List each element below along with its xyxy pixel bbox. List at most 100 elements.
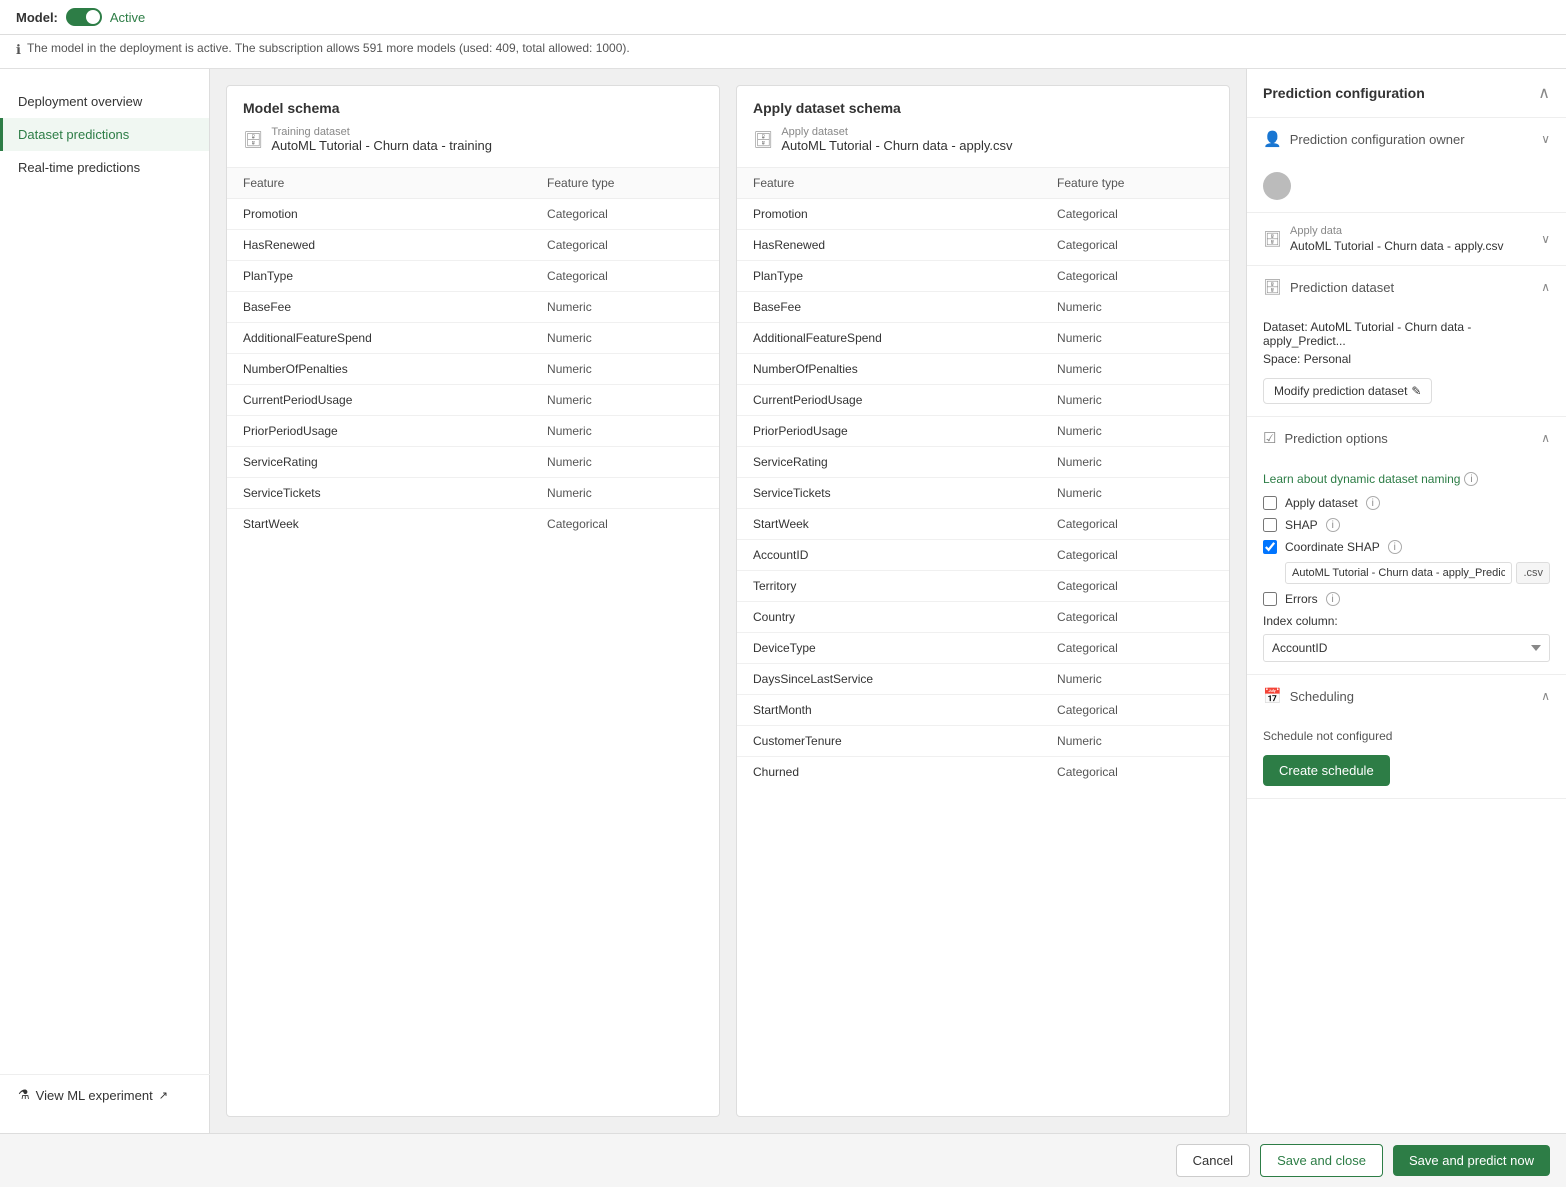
apply-schema-title: Apply dataset schema (753, 100, 1213, 116)
info-icon: ℹ (16, 42, 21, 58)
type-cell: Numeric (1041, 385, 1229, 416)
index-column-label: Index column: (1263, 614, 1550, 628)
sidebar-item-real-time-predictions[interactable]: Real-time predictions (0, 151, 209, 184)
modify-prediction-dataset-button[interactable]: Modify prediction dataset ✎ (1263, 378, 1432, 404)
apply-data-chevron: ∨ (1541, 232, 1550, 246)
type-cell: Numeric (531, 292, 719, 323)
shap-checkbox-row: SHAP i (1263, 518, 1550, 532)
owner-section-header[interactable]: 👤 Prediction configuration owner ∨ (1247, 118, 1566, 160)
table-row: PriorPeriodUsageNumeric (227, 416, 719, 447)
feature-cell: PriorPeriodUsage (227, 416, 531, 447)
type-cell: Numeric (1041, 292, 1229, 323)
type-cell: Numeric (531, 416, 719, 447)
type-cell: Categorical (531, 199, 719, 230)
table-row: AccountIDCategorical (737, 540, 1229, 571)
feature-cell: AdditionalFeatureSpend (737, 323, 1041, 354)
table-row: CustomerTenureNumeric (737, 726, 1229, 757)
apply-data-left: 🗄 Apply data AutoML Tutorial - Churn dat… (1263, 225, 1503, 253)
table-row: AdditionalFeatureSpendNumeric (737, 323, 1229, 354)
type-cell: Categorical (1041, 199, 1229, 230)
coordinate-shap-label: Coordinate SHAP (1285, 540, 1380, 554)
edit-icon: ✎ (1411, 384, 1421, 398)
type-cell: Numeric (1041, 664, 1229, 695)
table-row: AdditionalFeatureSpendNumeric (227, 323, 719, 354)
table-row: HasRenewedCategorical (227, 230, 719, 261)
apply-type-col-header: Feature type (1041, 168, 1229, 199)
feature-cell: Promotion (737, 199, 1041, 230)
apply-schema-panel: Apply dataset schema 🗄 Apply dataset Aut… (736, 85, 1230, 1117)
owner-row (1263, 172, 1550, 200)
table-row: HasRenewedCategorical (737, 230, 1229, 261)
feature-cell: DeviceType (737, 633, 1041, 664)
type-cell: Categorical (1041, 540, 1229, 571)
type-cell: Categorical (1041, 757, 1229, 788)
table-row: DaysSinceLastServiceNumeric (737, 664, 1229, 695)
owner-section-left: 👤 Prediction configuration owner (1263, 130, 1465, 148)
feature-cell: Churned (737, 757, 1041, 788)
scheduling-icon: 📅 (1263, 687, 1282, 705)
create-schedule-button[interactable]: Create schedule (1263, 755, 1390, 786)
save-predict-button[interactable]: Save and predict now (1393, 1145, 1550, 1176)
prediction-options-section: ☑ Prediction options ∧ Learn about dynam… (1247, 417, 1566, 675)
scheduling-content: Schedule not configured Create schedule (1247, 717, 1566, 798)
save-close-button[interactable]: Save and close (1260, 1144, 1383, 1177)
feature-cell: DaysSinceLastService (737, 664, 1041, 695)
type-cell: Numeric (1041, 416, 1229, 447)
table-row: TerritoryCategorical (737, 571, 1229, 602)
schedule-status: Schedule not configured (1263, 729, 1550, 743)
type-cell: Numeric (1041, 478, 1229, 509)
table-row: StartWeekCategorical (737, 509, 1229, 540)
table-row: NumberOfPenaltiesNumeric (227, 354, 719, 385)
apply-data-value: AutoML Tutorial - Churn data - apply.csv (1290, 239, 1503, 253)
scheduling-chevron: ∧ (1541, 689, 1550, 703)
options-icon: ☑ (1263, 429, 1276, 447)
apply-dataset-check-label: Apply dataset (1285, 496, 1358, 510)
feature-cell: StartMonth (737, 695, 1041, 726)
feature-cell: CurrentPeriodUsage (227, 385, 531, 416)
right-panel-header: Prediction configuration ∧ (1247, 69, 1566, 118)
cancel-button[interactable]: Cancel (1176, 1144, 1250, 1177)
shap-filename-input[interactable] (1285, 562, 1512, 584)
type-cell: Numeric (1041, 447, 1229, 478)
collapse-icon[interactable]: ∧ (1538, 83, 1550, 103)
sidebar-item-dataset-predictions[interactable]: Dataset predictions (0, 118, 209, 151)
prediction-options-title: Prediction options (1284, 431, 1387, 446)
content-area: Deployment overview Dataset predictions … (0, 69, 1566, 1133)
owner-section-content (1247, 160, 1566, 212)
prediction-dataset-header[interactable]: 🗄 Prediction dataset ∧ (1247, 266, 1566, 308)
apply-dataset-checkbox-row: Apply dataset i (1263, 496, 1550, 510)
apply-data-section-header[interactable]: 🗄 Apply data AutoML Tutorial - Churn dat… (1247, 213, 1566, 265)
table-row: PlanTypeCategorical (227, 261, 719, 292)
info-bar: ℹ The model in the deployment is active.… (0, 35, 1566, 69)
scheduling-section-header[interactable]: 📅 Scheduling ∧ (1247, 675, 1566, 717)
type-cell: Categorical (1041, 602, 1229, 633)
table-row: PlanTypeCategorical (737, 261, 1229, 292)
index-column-select[interactable]: AccountID (1263, 634, 1550, 662)
shap-checkbox[interactable] (1263, 518, 1277, 532)
learn-link[interactable]: Learn about dynamic dataset naming i (1263, 472, 1478, 486)
prediction-dataset-chevron: ∧ (1541, 280, 1550, 294)
errors-checkbox[interactable] (1263, 592, 1277, 606)
coordinate-shap-checkbox[interactable] (1263, 540, 1277, 554)
sidebar-item-deployment-overview[interactable]: Deployment overview (0, 85, 209, 118)
table-row: ChurnedCategorical (737, 757, 1229, 788)
info-text: The model in the deployment is active. T… (27, 41, 630, 55)
flask-icon: ⚗ (18, 1087, 30, 1103)
view-experiment-link[interactable]: ⚗ View ML experiment ↗ (18, 1087, 192, 1103)
prediction-dataset-content: Dataset: AutoML Tutorial - Churn data - … (1247, 308, 1566, 416)
model-schema-header: Model schema 🗄 Training dataset AutoML T… (227, 86, 719, 168)
feature-cell: HasRenewed (227, 230, 531, 261)
prediction-config-title: Prediction configuration (1263, 85, 1425, 101)
shap-info-icon: i (1326, 518, 1340, 532)
apply-schema-table: Feature Feature type PromotionCategorica… (737, 168, 1229, 787)
prediction-options-header[interactable]: ☑ Prediction options ∧ (1247, 417, 1566, 459)
shap-extension: .csv (1516, 562, 1550, 584)
prediction-dataset-section: 🗄 Prediction dataset ∧ Dataset: AutoML T… (1247, 266, 1566, 417)
model-toggle[interactable] (66, 8, 102, 26)
database-icon: 🗄 (243, 130, 263, 150)
apply-database-icon: 🗄 (753, 130, 773, 150)
apply-dataset-checkbox[interactable] (1263, 496, 1277, 510)
main-content: Model schema 🗄 Training dataset AutoML T… (210, 69, 1246, 1133)
feature-cell: CurrentPeriodUsage (737, 385, 1041, 416)
type-cell: Categorical (1041, 230, 1229, 261)
